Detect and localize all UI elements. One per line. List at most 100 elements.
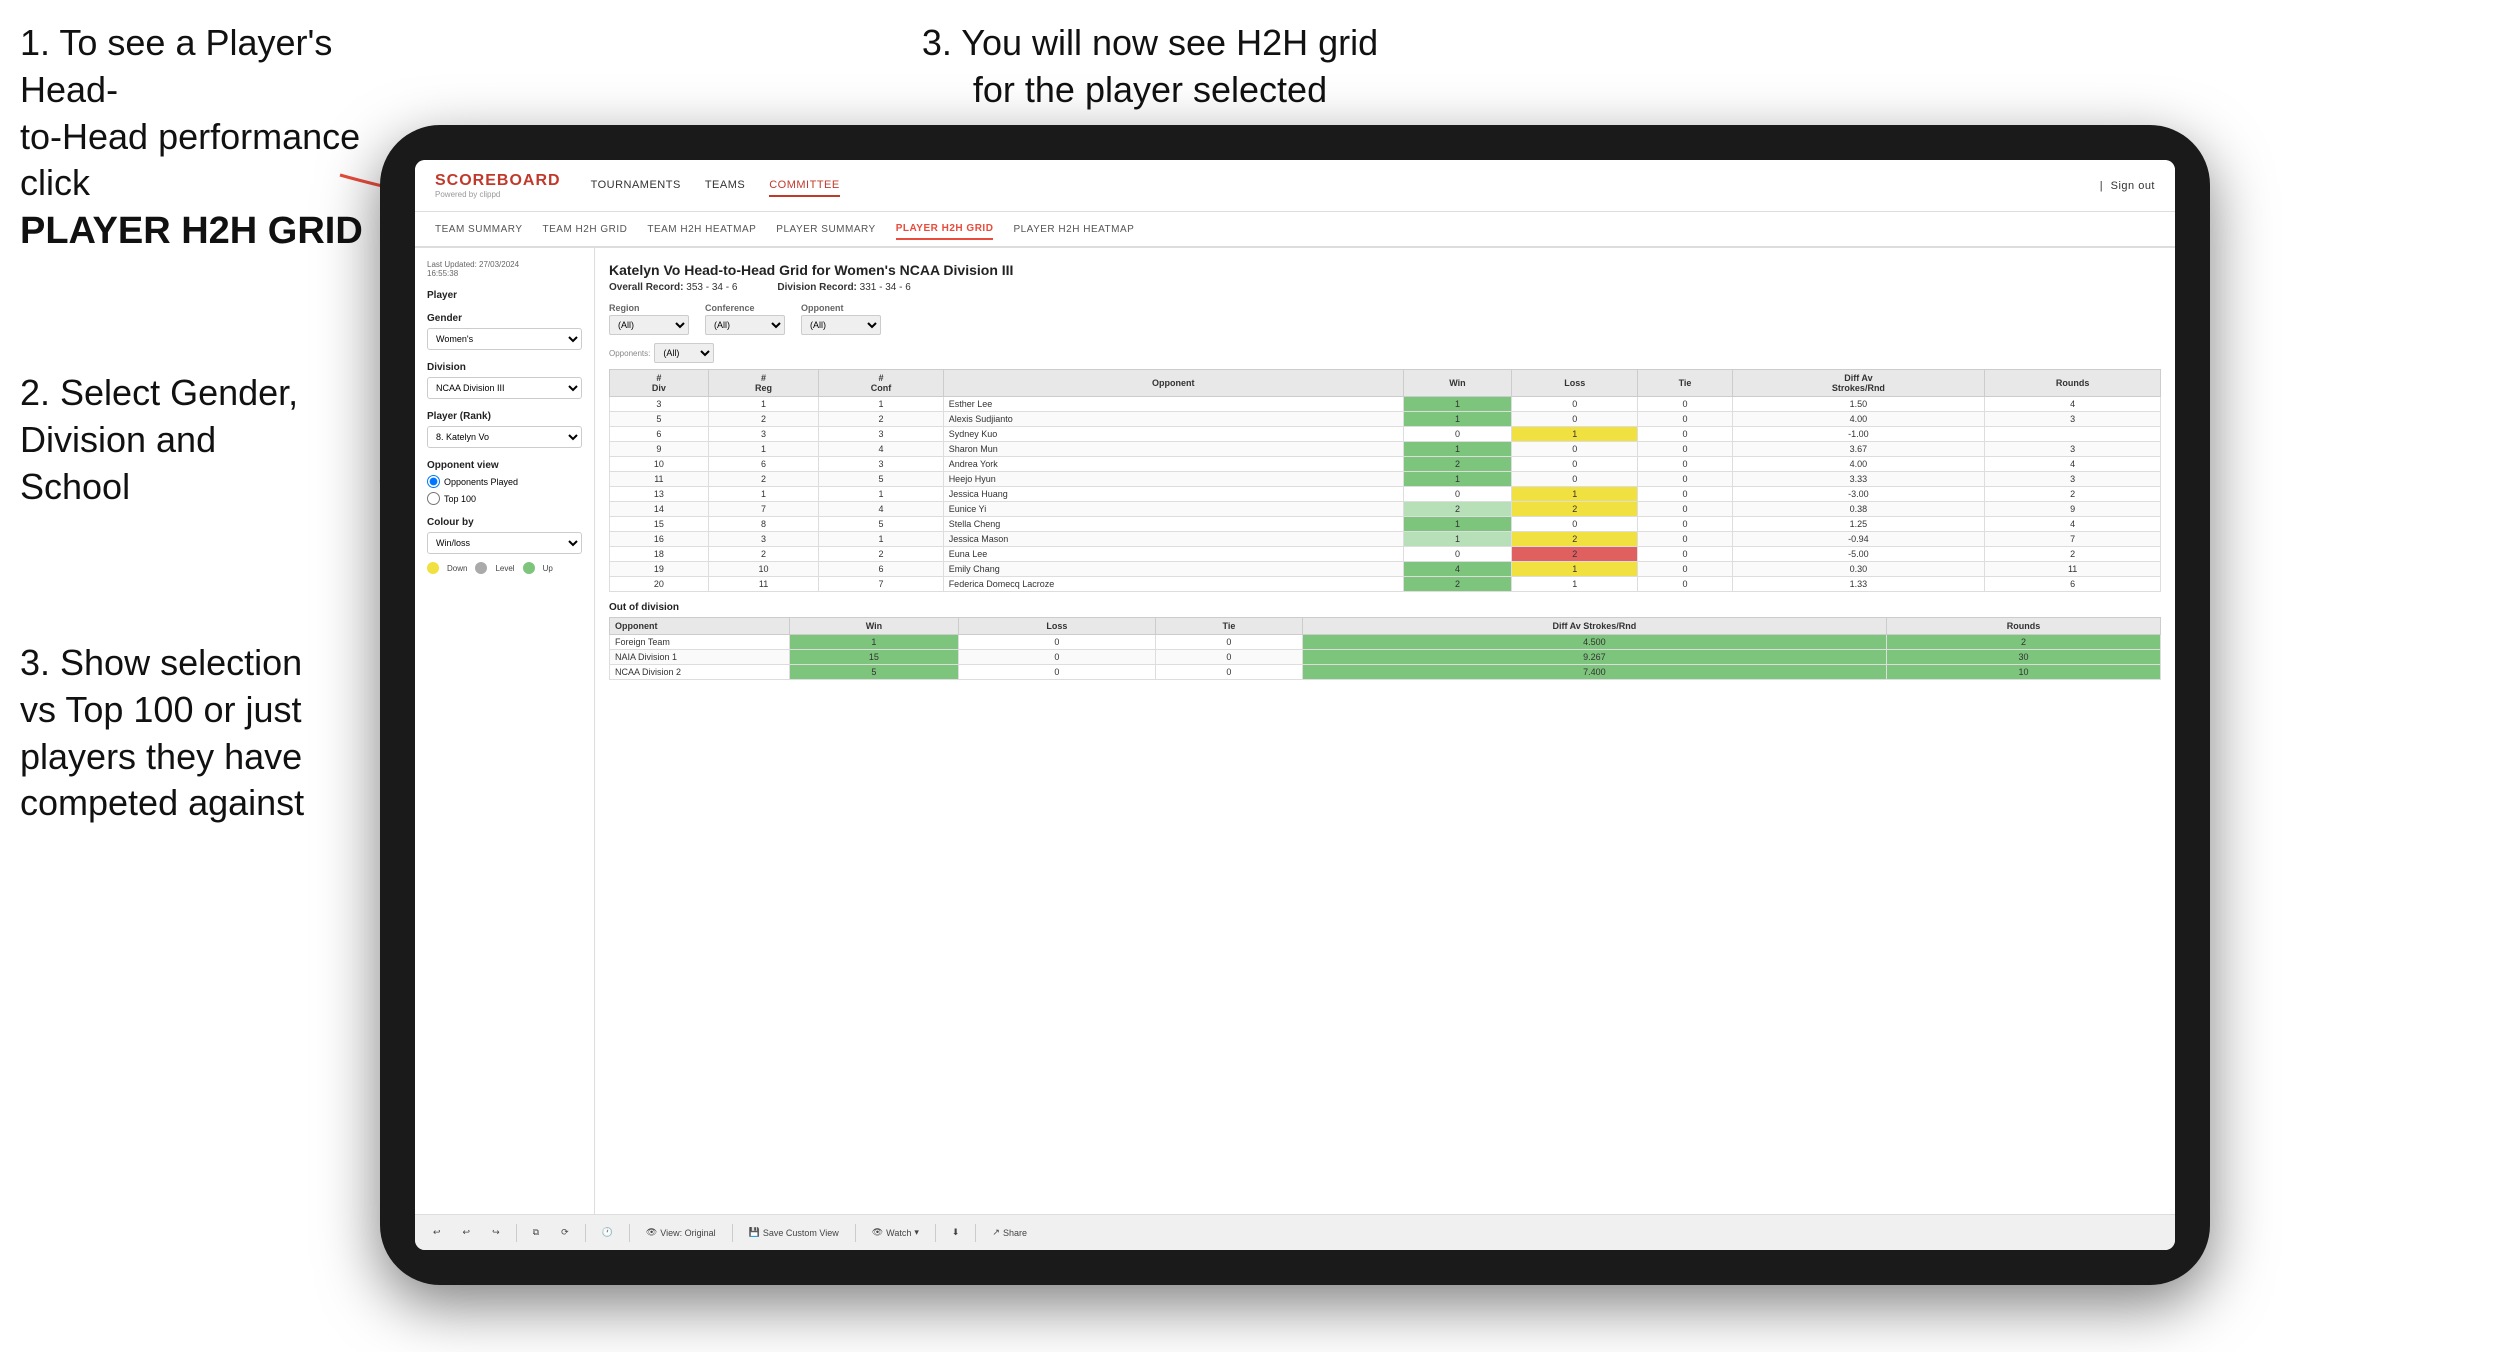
out-of-division-header: Out of division bbox=[609, 602, 2161, 613]
nav-signout[interactable]: Sign out bbox=[2111, 176, 2155, 196]
nav-tournaments[interactable]: TOURNAMENTS bbox=[591, 175, 681, 197]
instruction-step3-top: 3. You will now see H2H grid for the pla… bbox=[900, 20, 1400, 114]
table-row: 19 10 6 Emily Chang 4 1 0 0.30 11 bbox=[610, 562, 2161, 577]
content-area: Katelyn Vo Head-to-Head Grid for Women's… bbox=[595, 248, 2175, 1214]
colour-dot-level bbox=[475, 562, 487, 574]
table-row: 18 2 2 Euna Lee 0 2 0 -5.00 2 bbox=[610, 547, 2161, 562]
toolbar-sep2 bbox=[585, 1224, 586, 1242]
colour-label-down: Down bbox=[447, 564, 467, 573]
step3-top-line2: for the player selected bbox=[973, 69, 1327, 110]
ood-th-opponent: Opponent bbox=[610, 618, 790, 635]
sidebar-player-rank-select[interactable]: 8. Katelyn Vo bbox=[427, 426, 582, 448]
step2-line3: School bbox=[20, 466, 130, 507]
sidebar-player-label: Player bbox=[427, 290, 582, 301]
toolbar-paste[interactable]: ⟳ bbox=[555, 1224, 575, 1241]
toolbar-copy[interactable]: ⧉ bbox=[527, 1224, 545, 1241]
ood-table-row: Foreign Team 1 0 0 4.500 2 bbox=[610, 635, 2161, 650]
sidebar-date: Last Updated: 27/03/2024 16:55:38 bbox=[427, 260, 582, 278]
sidebar-gender-select[interactable]: Women's bbox=[427, 328, 582, 350]
radio-top100-input[interactable] bbox=[427, 492, 440, 505]
toolbar-sep4 bbox=[732, 1224, 733, 1242]
sidebar-division-label: Division bbox=[427, 362, 582, 373]
sidebar-division-select[interactable]: NCAA Division III bbox=[427, 377, 582, 399]
instruction-step3-bot: 3. Show selection vs Top 100 or just pla… bbox=[20, 640, 360, 827]
ood-th-tie: Tie bbox=[1156, 618, 1303, 635]
table-row: 15 8 5 Stella Cheng 1 0 0 1.25 4 bbox=[610, 517, 2161, 532]
instruction-step2: 2. Select Gender, Division and School bbox=[20, 370, 360, 510]
sidebar-colour-by-label: Colour by bbox=[427, 517, 582, 528]
filter-region-select[interactable]: (All) bbox=[609, 315, 689, 335]
step3-bot-line2: vs Top 100 or just bbox=[20, 689, 302, 730]
view-icon: 👁 bbox=[646, 1227, 657, 1238]
sub-nav-player-h2h-grid[interactable]: PLAYER H2H GRID bbox=[896, 219, 994, 240]
radio-top100[interactable]: Top 100 bbox=[427, 492, 582, 505]
ood-th-diff: Diff Av Strokes/Rnd bbox=[1302, 618, 1886, 635]
share-icon: ↗ bbox=[992, 1227, 1000, 1238]
ood-table-row: NCAA Division 2 5 0 0 7.400 10 bbox=[610, 665, 2161, 680]
sidebar: Last Updated: 27/03/2024 16:55:38 Player… bbox=[415, 248, 595, 1214]
tablet-frame: SCOREBOARD Powered by clippd TOURNAMENTS… bbox=[380, 125, 2210, 1285]
toolbar-sep7 bbox=[975, 1224, 976, 1242]
logo-text: SCOREBOARD bbox=[435, 172, 561, 190]
toolbar-save-custom[interactable]: 💾 Save Custom View bbox=[743, 1224, 845, 1241]
step3-bot-line1: 3. Show selection bbox=[20, 642, 302, 683]
watch-icon: 👁 bbox=[872, 1227, 883, 1238]
sidebar-player-section: Player bbox=[427, 290, 582, 301]
sidebar-colour-by-select[interactable]: Win/loss bbox=[427, 532, 582, 554]
filter-conference-label: Conference bbox=[705, 303, 785, 313]
sub-nav-team-h2h-heatmap[interactable]: TEAM H2H HEATMAP bbox=[647, 220, 756, 239]
logo-sub: Powered by clippd bbox=[435, 190, 561, 199]
filter-opponent-select[interactable]: (All) bbox=[801, 315, 881, 335]
ood-th-loss: Loss bbox=[958, 618, 1155, 635]
toolbar-sep5 bbox=[855, 1224, 856, 1242]
main-table-body: 3 1 1 Esther Lee 1 0 0 1.50 4 5 2 2 Alex… bbox=[610, 397, 2161, 592]
ood-th-rounds: Rounds bbox=[1886, 618, 2160, 635]
table-row: 3 1 1 Esther Lee 1 0 0 1.50 4 bbox=[610, 397, 2161, 412]
sidebar-division-section: Division NCAA Division III bbox=[427, 362, 582, 399]
th-opponent: Opponent bbox=[943, 370, 1403, 397]
sub-nav: TEAM SUMMARY TEAM H2H GRID TEAM H2H HEAT… bbox=[415, 212, 2175, 248]
th-win: Win bbox=[1403, 370, 1511, 397]
nav-teams[interactable]: TEAMS bbox=[705, 175, 745, 197]
nav-right: | Sign out bbox=[2100, 176, 2155, 196]
sub-nav-team-h2h-grid[interactable]: TEAM H2H GRID bbox=[543, 220, 628, 239]
opponents-filter-select[interactable]: (All) bbox=[654, 343, 714, 363]
toolbar-download[interactable]: ⬇ bbox=[946, 1224, 966, 1241]
table-row: 9 1 4 Sharon Mun 1 0 0 3.67 3 bbox=[610, 442, 2161, 457]
toolbar-share[interactable]: ↗ Share bbox=[986, 1224, 1033, 1241]
out-of-division-table: Opponent Win Loss Tie Diff Av Strokes/Rn… bbox=[609, 617, 2161, 680]
toolbar-view-original[interactable]: 👁 View: Original bbox=[640, 1224, 722, 1241]
th-rounds: Rounds bbox=[1985, 370, 2161, 397]
toolbar-clock[interactable]: 🕐 bbox=[596, 1224, 619, 1241]
filter-opponent-label: Opponent bbox=[801, 303, 881, 313]
ood-th-win: Win bbox=[790, 618, 959, 635]
table-row: 5 2 2 Alexis Sudjianto 1 0 0 4.00 3 bbox=[610, 412, 2161, 427]
table-row: 10 6 3 Andrea York 2 0 0 4.00 4 bbox=[610, 457, 2161, 472]
sub-nav-player-h2h-heatmap[interactable]: PLAYER H2H HEATMAP bbox=[1013, 220, 1134, 239]
th-conf: #Conf bbox=[819, 370, 943, 397]
nav-committee[interactable]: COMMITTEE bbox=[769, 175, 840, 197]
toolbar-undo2[interactable]: ↩ bbox=[457, 1224, 477, 1241]
colour-label-level: Level bbox=[495, 564, 514, 573]
sub-nav-team-summary[interactable]: TEAM SUMMARY bbox=[435, 220, 523, 239]
toolbar-redo[interactable]: ↪ bbox=[486, 1224, 506, 1241]
step3-bot-line3: players they have bbox=[20, 736, 302, 777]
table-row: 13 1 1 Jessica Huang 0 1 0 -3.00 2 bbox=[610, 487, 2161, 502]
toolbar-watch[interactable]: 👁 Watch ▾ bbox=[866, 1224, 925, 1241]
sub-nav-player-summary[interactable]: PLAYER SUMMARY bbox=[776, 220, 875, 239]
th-reg: #Reg bbox=[708, 370, 819, 397]
sidebar-player-rank-label: Player (Rank) bbox=[427, 411, 582, 422]
ood-table-row: NAIA Division 1 15 0 0 9.267 30 bbox=[610, 650, 2161, 665]
main-content: Last Updated: 27/03/2024 16:55:38 Player… bbox=[415, 248, 2175, 1214]
radio-opponents-played-input[interactable] bbox=[427, 475, 440, 488]
grid-title: Katelyn Vo Head-to-Head Grid for Women's… bbox=[609, 262, 2161, 278]
filter-conference-select[interactable]: (All) bbox=[705, 315, 785, 335]
th-loss: Loss bbox=[1512, 370, 1638, 397]
radio-opponents-played[interactable]: Opponents Played bbox=[427, 475, 582, 488]
toolbar-undo[interactable]: ↩ bbox=[427, 1224, 447, 1241]
save-icon: 💾 bbox=[749, 1227, 760, 1238]
toolbar-sep1 bbox=[516, 1224, 517, 1242]
tablet-screen: SCOREBOARD Powered by clippd TOURNAMENTS… bbox=[415, 160, 2175, 1250]
grid-records: Overall Record: 353 - 34 - 6 Division Re… bbox=[609, 282, 2161, 293]
nav-items: TOURNAMENTS TEAMS COMMITTEE bbox=[591, 175, 2100, 197]
